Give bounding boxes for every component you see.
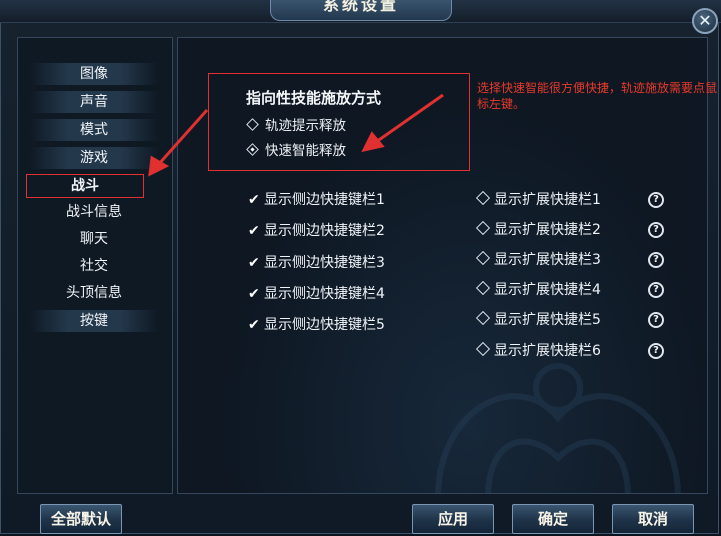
checkbox-label: 显示侧边快捷键栏4 — [264, 286, 385, 302]
diamond-checkbox-icon — [475, 341, 491, 357]
help-icon[interactable]: ? — [648, 312, 664, 328]
diamond-checkbox-icon — [475, 220, 491, 236]
checkbox-label: 显示扩展快捷栏5 — [494, 312, 601, 328]
checkbox-ext-bar-1[interactable]: 显示扩展快捷栏1 — [475, 190, 601, 210]
checkbox-label: 显示扩展快捷栏1 — [494, 192, 601, 208]
checkmark-icon: ✔ — [248, 255, 260, 271]
sidebar-item-social[interactable]: 社交 — [30, 255, 158, 277]
checkbox-ext-bar-4[interactable]: 显示扩展快捷栏4 — [475, 280, 601, 300]
casting-mode-title: 指向性技能施放方式 — [246, 89, 382, 107]
checkbox-label: 显示侧边快捷键栏3 — [264, 255, 385, 271]
reset-all-button[interactable]: 全部默认 — [40, 504, 122, 534]
diamond-checkbox-icon — [475, 250, 491, 266]
checkbox-ext-bar-6[interactable]: 显示扩展快捷栏6 — [475, 341, 601, 361]
checkbox-label: 显示扩展快捷栏3 — [494, 252, 601, 268]
sidebar-item-overhead-info[interactable]: 头顶信息 — [30, 282, 158, 304]
apply-button[interactable]: 应用 — [412, 504, 494, 534]
help-icon[interactable]: ? — [648, 343, 664, 359]
checkbox-ext-bar-3[interactable]: 显示扩展快捷栏3 — [475, 250, 601, 270]
checkbox-side-bar-2[interactable]: ✔ 显示侧边快捷键栏2 — [248, 221, 385, 241]
sidebar-item-mode[interactable]: 模式 — [30, 119, 158, 141]
sidebar-item-graphics[interactable]: 图像 — [30, 63, 158, 85]
sidebar-item-sound[interactable]: 声音 — [30, 91, 158, 113]
radio-quick-smart-cast[interactable]: 快速智能释放 — [246, 142, 346, 160]
help-icon[interactable]: ? — [648, 252, 664, 268]
sidebar-item-combat-info[interactable]: 战斗信息 — [30, 201, 158, 223]
checkbox-label: 显示扩展快捷栏6 — [494, 343, 601, 359]
checkbox-side-bar-4[interactable]: ✔ 显示侧边快捷键栏4 — [248, 284, 385, 304]
ok-button[interactable]: 确定 — [512, 504, 594, 534]
checkbox-side-bar-3[interactable]: ✔ 显示侧边快捷键栏3 — [248, 253, 385, 273]
radio-label: 轨迹提示释放 — [265, 118, 346, 134]
checkbox-label: 显示侧边快捷键栏5 — [264, 317, 385, 333]
checkbox-ext-bar-5[interactable]: 显示扩展快捷栏5 — [475, 310, 601, 330]
help-icon[interactable]: ? — [648, 192, 664, 208]
checkmark-icon: ✔ — [248, 317, 260, 333]
radio-diamond-icon — [246, 118, 259, 131]
title-plate: 系统设置 — [270, 0, 452, 21]
diamond-checkbox-icon — [475, 310, 491, 326]
close-button[interactable]: ✕ — [692, 8, 718, 34]
annotation-note: 选择快速智能很方便快捷，轨迹施放需要点鼠标左键。 — [477, 81, 718, 111]
diamond-checkbox-icon — [475, 280, 491, 296]
sidebar-item-keybinds[interactable]: 按键 — [30, 310, 158, 332]
radio-trajectory-cast[interactable]: 轨迹提示释放 — [246, 117, 346, 135]
window-title: 系统设置 — [322, 0, 399, 14]
checkbox-label: 显示侧边快捷键栏2 — [264, 223, 385, 239]
checkbox-ext-bar-2[interactable]: 显示扩展快捷栏2 — [475, 220, 601, 240]
checkbox-label: 显示侧边快捷键栏1 — [264, 192, 385, 208]
diamond-checkbox-icon — [475, 190, 491, 206]
cancel-button[interactable]: 取消 — [612, 504, 694, 534]
checkmark-icon: ✔ — [248, 223, 260, 239]
radio-label: 快速智能释放 — [265, 143, 346, 159]
checkbox-label: 显示扩展快捷栏2 — [494, 222, 601, 238]
sidebar-item-game[interactable]: 游戏 — [30, 147, 158, 169]
help-icon[interactable]: ? — [648, 222, 664, 238]
sidebar-item-combat[interactable]: 战斗 — [26, 174, 144, 198]
checkmark-icon: ✔ — [248, 286, 260, 302]
radio-diamond-selected-icon — [246, 143, 259, 156]
checkmark-icon: ✔ — [248, 192, 260, 208]
checkbox-side-bar-1[interactable]: ✔ 显示侧边快捷键栏1 — [248, 190, 385, 210]
checkbox-side-bar-5[interactable]: ✔ 显示侧边快捷键栏5 — [248, 315, 385, 335]
sidebar-item-chat[interactable]: 聊天 — [30, 228, 158, 250]
checkbox-label: 显示扩展快捷栏4 — [494, 282, 601, 298]
help-icon[interactable]: ? — [648, 282, 664, 298]
